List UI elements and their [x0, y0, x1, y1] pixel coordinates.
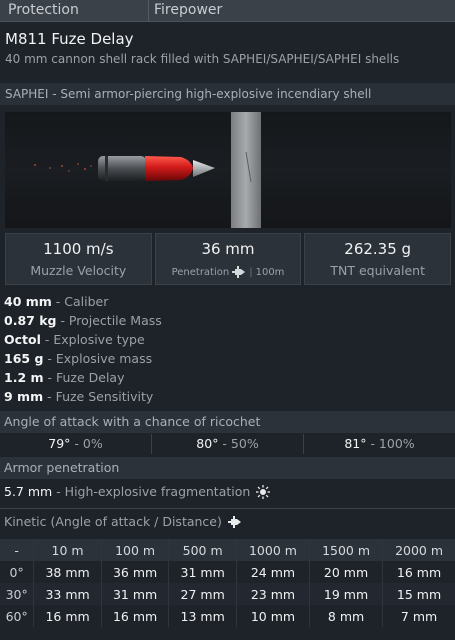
- he-value: 5.7 mm: [4, 484, 53, 499]
- tnt-value: 262.35 g: [344, 240, 412, 258]
- ricochet-cell: 79° - 0%: [0, 434, 152, 454]
- table-cell: 19 mm: [309, 583, 384, 605]
- tnt-card: 262.35 g TNT equivalent: [304, 233, 452, 285]
- muzzle-velocity-value: 1100 m/s: [43, 240, 114, 258]
- shell-type-line: SAPHEI - Semi armor-piercing high-explos…: [0, 83, 455, 105]
- ricochet-header: Angle of attack with a chance of ricoche…: [0, 411, 455, 433]
- shell-name: M811 Fuze Delay: [5, 30, 134, 48]
- kinetic-title: Kinetic (Angle of attack / Distance): [4, 514, 242, 529]
- penetration-value: 36 mm: [201, 240, 255, 258]
- table-cell: 10 mm: [236, 605, 311, 627]
- table-cell: 16 mm: [33, 605, 102, 627]
- penetration-table: - 10 m 100 m 500 m 1000 m 1500 m 2000 m …: [0, 539, 455, 627]
- property-row: 1.2 m - Fuze Delay: [4, 370, 125, 385]
- armor-plate: [231, 112, 261, 228]
- divider: [0, 508, 455, 509]
- table-cell: 20 mm: [309, 561, 384, 583]
- angle-cell: 60°: [0, 605, 35, 627]
- table-cell: 15 mm: [382, 583, 455, 605]
- table-cell: 31 mm: [101, 583, 170, 605]
- armor-penetration-header: Armor penetration: [0, 457, 455, 479]
- tab-firepower[interactable]: Firepower: [149, 0, 222, 22]
- table-cell: 7 mm: [400, 608, 438, 624]
- tab-protection[interactable]: Protection: [0, 0, 149, 22]
- property-row: Octol - Explosive type: [4, 332, 145, 347]
- distance-header: 10 m: [33, 539, 102, 561]
- table-cell: 8 mm: [309, 605, 384, 627]
- shell-drawing: [98, 156, 215, 181]
- kinetic-icon: [227, 515, 241, 528]
- penetration-distance: 100m: [255, 266, 285, 278]
- property-row: 0.87 kg - Projectile Mass: [4, 313, 162, 328]
- he-fragmentation-line: 5.7 mm - High-explosive fragmentation: [4, 484, 271, 499]
- corner-cell: -: [0, 539, 35, 561]
- ricochet-row: 79° - 0% 80° - 50% 81° - 100%: [0, 434, 455, 454]
- table-cell: 16 mm: [396, 564, 442, 580]
- shell-illustration: [5, 112, 451, 228]
- penetration-icon: [232, 266, 246, 278]
- penetration-label: Penetration: [171, 266, 230, 278]
- table-cell: 23 mm: [236, 583, 311, 605]
- muzzle-velocity-card: 1100 m/s Muzzle Velocity: [5, 233, 152, 285]
- table-cell: 13 mm: [168, 605, 237, 627]
- distance-header: 2000 m: [382, 539, 455, 561]
- distance-header: 1500 m: [309, 539, 384, 561]
- distance-header: 100 m: [101, 539, 170, 561]
- table-cell: 36 mm: [101, 561, 170, 583]
- table-cell: 16 mm: [101, 605, 170, 627]
- angle-cell: 0°: [0, 561, 35, 583]
- stats-row: 1100 m/s Muzzle Velocity 36 mm Penetrati…: [5, 233, 452, 285]
- penetration-card: 36 mm Penetration | 100m: [154, 233, 302, 285]
- property-list: 40 mm - Caliber 0.87 kg - Projectile Mas…: [4, 292, 162, 406]
- table-cell: 24 mm: [236, 561, 311, 583]
- table-cell: 33 mm: [33, 583, 102, 605]
- tab-bar: Protection Firepower: [0, 0, 455, 22]
- property-row: 40 mm - Caliber: [4, 294, 109, 309]
- table-row: 0° 38 mm 36 mm 31 mm 24 mm 20 mm 16 mm: [0, 561, 455, 583]
- ricochet-cell: 81° - 100%: [344, 436, 415, 451]
- distance-header: 1000 m: [236, 539, 311, 561]
- table-row: 30° 33 mm 31 mm 27 mm 23 mm 19 mm 15 mm: [0, 583, 455, 605]
- table-row: 60° 16 mm 16 mm 13 mm 10 mm 8 mm 7 mm: [0, 605, 455, 627]
- property-row: 9 mm - Fuze Sensitivity: [4, 389, 154, 404]
- he-label: - High-explosive fragmentation: [52, 484, 251, 499]
- table-cell: 38 mm: [33, 561, 102, 583]
- angle-cell: 30°: [0, 583, 35, 605]
- ricochet-cell: 80° - 50%: [152, 434, 304, 454]
- tnt-label: TNT equivalent: [330, 263, 426, 278]
- muzzle-velocity-label: Muzzle Velocity: [30, 263, 127, 278]
- shell-description: 40 mm cannon shell rack filled with SAPH…: [5, 52, 400, 66]
- table-cell: 31 mm: [168, 561, 237, 583]
- property-row: 165 g - Explosive mass: [4, 351, 153, 366]
- distance-header: 500 m: [168, 539, 237, 561]
- penetration-table-header: - 10 m 100 m 500 m 1000 m 1500 m 2000 m: [0, 539, 455, 561]
- explosion-icon: [256, 484, 271, 499]
- table-cell: 27 mm: [168, 583, 237, 605]
